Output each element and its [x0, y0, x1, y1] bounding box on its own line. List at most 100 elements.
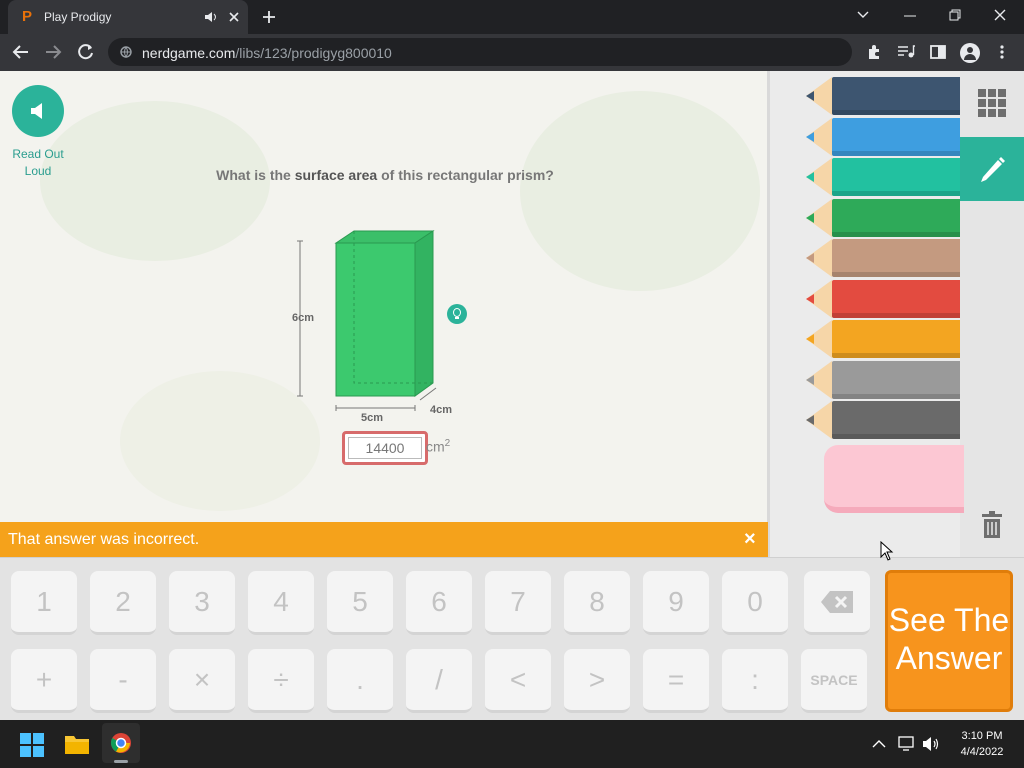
extensions-icon[interactable]	[866, 44, 882, 60]
side-panel-icon[interactable]	[930, 45, 946, 59]
key-symbol[interactable]: =	[643, 649, 709, 713]
hint-lightbulb-icon[interactable]	[447, 304, 467, 324]
mouse-cursor-icon	[880, 541, 894, 561]
question-post: of this rectangular prism?	[377, 167, 554, 183]
pencil-color-3[interactable]	[832, 198, 960, 237]
new-tab-icon[interactable]	[262, 10, 276, 24]
key-5[interactable]: 5	[327, 571, 393, 635]
browser-tab[interactable]: P Play Prodigy	[8, 0, 248, 34]
tab-search-icon[interactable]	[856, 10, 870, 20]
speaker-icon	[31, 103, 42, 119]
pencil-color-7[interactable]	[832, 360, 960, 399]
background-foliage	[520, 91, 760, 291]
pencil-color-1[interactable]	[832, 117, 960, 156]
feedback-message: That answer was incorrect.	[8, 531, 200, 548]
space-key[interactable]: SPACE	[801, 649, 867, 713]
key-0[interactable]: 0	[722, 571, 788, 635]
number-keypad: 1234567890 + - × ÷. / < > =: SPACE See The Answe…	[0, 557, 1024, 720]
forward-arrow-icon[interactable]	[44, 44, 62, 60]
address-bar[interactable]: nerdgame.com/libs/123/prodigyg800010	[108, 38, 852, 66]
pencil-lead-icon	[806, 131, 814, 142]
height-label: 6cm	[292, 312, 315, 324]
clock-date: 4/4/2022	[960, 746, 1004, 758]
pencil-color-5[interactable]	[832, 279, 960, 318]
pencil-color-4[interactable]	[832, 239, 960, 277]
feedback-banner: That answer was incorrect. ×	[0, 522, 768, 557]
key-7[interactable]: 7	[485, 571, 551, 635]
key-symbol[interactable]: >	[564, 649, 630, 713]
key-6[interactable]: 6	[406, 571, 472, 635]
key-symbol[interactable]: :	[722, 649, 788, 713]
browser-toolbar: nerdgame.com/libs/123/prodigyg800010	[0, 34, 1024, 71]
file-explorer-icon[interactable]	[64, 733, 90, 755]
url-text: nerdgame.com/libs/123/prodigyg800010	[142, 45, 392, 61]
chrome-menu-icon[interactable]	[999, 44, 1005, 60]
key-symbol[interactable]: ÷	[248, 649, 314, 713]
pencil-lead-icon	[806, 293, 814, 304]
key-3[interactable]: 3	[169, 571, 235, 635]
key-symbol[interactable]: ×	[169, 649, 235, 713]
clock-time: 3:10 PM	[961, 730, 1003, 742]
question-pre: What is the	[216, 167, 295, 183]
key-symbol[interactable]: +	[11, 649, 77, 713]
media-controls-icon[interactable]	[897, 45, 915, 59]
key-symbol[interactable]: -	[90, 649, 156, 713]
volume-icon[interactable]	[922, 736, 940, 752]
pencil-tool-button[interactable]	[960, 137, 1024, 201]
answer-button-line2: Answer	[895, 640, 1003, 676]
key-9[interactable]: 9	[643, 571, 709, 635]
read-out-loud-button[interactable]	[12, 85, 64, 137]
prodigy-favicon-icon: P	[22, 8, 33, 25]
rectangular-prism-diagram	[297, 230, 437, 411]
restore-icon[interactable]	[949, 9, 961, 21]
see-the-answer-button[interactable]: See The Answer	[885, 570, 1013, 712]
key-1[interactable]: 1	[11, 571, 77, 635]
back-arrow-icon[interactable]	[12, 44, 30, 60]
key-symbol[interactable]: .	[327, 649, 393, 713]
close-icon[interactable]: ×	[744, 528, 756, 551]
backspace-key[interactable]	[804, 571, 870, 635]
depth-label: 4cm	[430, 404, 453, 416]
grid-menu-icon[interactable]	[978, 89, 1006, 117]
answer-input-frame[interactable]: 14400	[342, 431, 428, 465]
answer-button-line1: See The	[888, 602, 1010, 638]
pencil-color-6[interactable]	[832, 320, 960, 358]
pencil-lead-icon	[806, 374, 814, 385]
pencil-lead-icon	[806, 91, 814, 101]
minimize-icon[interactable]	[904, 14, 916, 18]
network-icon[interactable]	[898, 736, 916, 752]
close-tab-icon[interactable]	[228, 11, 240, 23]
eraser-tool[interactable]	[824, 445, 964, 513]
pencil-color-2[interactable]	[832, 158, 960, 196]
game-page: Read Out Loud What is the surface area o…	[0, 71, 1024, 720]
key-8[interactable]: 8	[564, 571, 630, 635]
pencil-color-0[interactable]	[832, 77, 960, 115]
trash-icon[interactable]	[981, 511, 1003, 539]
pencil-lead-icon	[806, 253, 814, 263]
question-text: What is the surface area of this rectang…	[160, 167, 610, 183]
key-symbol[interactable]: /	[406, 649, 472, 713]
width-label: 5cm	[361, 412, 384, 424]
unit-text: cm	[426, 438, 445, 455]
backspace-icon	[821, 591, 853, 613]
unit-exponent: 2	[444, 438, 451, 449]
chrome-taskbar-button[interactable]	[102, 723, 140, 763]
pencil-icon	[981, 157, 1005, 182]
profile-avatar-icon[interactable]	[960, 43, 980, 63]
pencil-color-8[interactable]	[832, 401, 960, 439]
answer-input[interactable]: 14400	[348, 437, 422, 459]
windows-start-icon[interactable]	[20, 733, 44, 757]
close-window-icon[interactable]	[994, 9, 1006, 21]
show-hidden-icons-icon[interactable]	[872, 739, 886, 749]
reload-icon[interactable]	[77, 43, 95, 61]
key-symbol[interactable]: <	[485, 649, 551, 713]
key-2[interactable]: 2	[90, 571, 156, 635]
url-domain: nerdgame.com	[142, 45, 236, 61]
audio-playing-icon[interactable]	[204, 11, 218, 23]
key-4[interactable]: 4	[248, 571, 314, 635]
site-info-icon[interactable]	[120, 46, 132, 58]
system-clock[interactable]: 3:10 PM 4/4/2022	[950, 728, 1014, 760]
chrome-icon	[110, 733, 131, 753]
question-emphasis: surface area	[294, 167, 378, 183]
pencil-lead-icon	[806, 415, 814, 425]
